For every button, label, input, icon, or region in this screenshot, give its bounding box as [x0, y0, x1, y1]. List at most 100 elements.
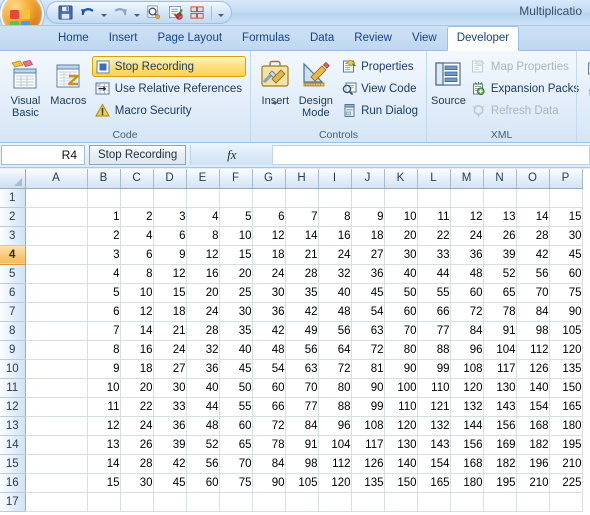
cell-K16[interactable]: 150 [384, 473, 418, 493]
column-header-e[interactable]: E [186, 169, 220, 189]
cell-M8[interactable]: 84 [450, 321, 484, 341]
cell-N4[interactable]: 39 [483, 245, 517, 265]
cell-E13[interactable]: 48 [186, 416, 220, 436]
cell-N14[interactable]: 169 [483, 435, 517, 455]
macros-button[interactable]: Macros [47, 56, 90, 107]
select-all-corner[interactable] [0, 169, 26, 189]
cell-F2[interactable]: 5 [219, 207, 253, 227]
cell-M11[interactable]: 120 [450, 378, 484, 398]
cell-K5[interactable]: 40 [384, 264, 418, 284]
cell-C14[interactable]: 26 [120, 435, 154, 455]
cell-K10[interactable]: 90 [384, 359, 418, 379]
tab-page-layout[interactable]: Page Layout [147, 26, 232, 50]
cell-C4[interactable]: 6 [120, 245, 154, 265]
cell-D12[interactable]: 33 [153, 397, 187, 417]
spreadsheet-grid[interactable]: ABCDEFGHIJKLMNOP 1 2 1 2 3 4 5 6 7 8 9 10 11 12 13 14 15… [0, 169, 590, 515]
cell-E15[interactable]: 56 [186, 454, 220, 474]
cell-B12[interactable]: 11 [87, 397, 121, 417]
expansion-packs-button[interactable]: Expansion Packs [468, 78, 583, 99]
cell-B14[interactable]: 13 [87, 435, 121, 455]
design-mode-button[interactable]: Design Mode [296, 56, 337, 119]
cell-D13[interactable]: 36 [153, 416, 187, 436]
tab-home[interactable]: Home [48, 26, 99, 50]
cell-D10[interactable]: 27 [153, 359, 187, 379]
stop-recording-button[interactable]: Stop Recording [91, 56, 246, 77]
cell-F5[interactable]: 20 [219, 264, 253, 284]
cell-N9[interactable]: 104 [483, 340, 517, 360]
cell-P14[interactable]: 195 [549, 435, 583, 455]
row-header-3[interactable]: 3 [0, 226, 26, 246]
cell-J1[interactable] [351, 188, 385, 208]
cell-C1[interactable] [120, 188, 154, 208]
row-header-12[interactable]: 12 [0, 397, 26, 417]
save-icon[interactable] [55, 3, 75, 22]
row-header-6[interactable]: 6 [0, 283, 26, 303]
cell-H14[interactable]: 91 [285, 435, 319, 455]
cell-O17[interactable] [516, 492, 550, 512]
cell-I17[interactable] [318, 492, 352, 512]
cell-D5[interactable]: 12 [153, 264, 187, 284]
insert-dropdown-icon[interactable] [272, 102, 279, 123]
xml-source-button[interactable]: Source [431, 56, 466, 107]
row-header-5[interactable]: 5 [0, 264, 26, 284]
cell-L1[interactable] [417, 188, 451, 208]
cell-P11[interactable]: 150 [549, 378, 583, 398]
cell-P7[interactable]: 90 [549, 302, 583, 322]
cell-A3[interactable] [25, 226, 88, 246]
cell-G10[interactable]: 54 [252, 359, 286, 379]
cell-E16[interactable]: 60 [186, 473, 220, 493]
cell-F4[interactable]: 15 [219, 245, 253, 265]
cell-F10[interactable]: 45 [219, 359, 253, 379]
cell-O3[interactable]: 28 [516, 226, 550, 246]
column-header-c[interactable]: C [120, 169, 154, 189]
row-header-13[interactable]: 13 [0, 416, 26, 436]
column-header-m[interactable]: M [450, 169, 484, 189]
cell-L5[interactable]: 44 [417, 264, 451, 284]
cell-G8[interactable]: 42 [252, 321, 286, 341]
cell-M5[interactable]: 48 [450, 264, 484, 284]
cell-G12[interactable]: 66 [252, 397, 286, 417]
column-header-l[interactable]: L [417, 169, 451, 189]
column-header-d[interactable]: D [153, 169, 187, 189]
cell-B5[interactable]: 4 [87, 264, 121, 284]
cell-G13[interactable]: 72 [252, 416, 286, 436]
cell-K8[interactable]: 70 [384, 321, 418, 341]
cell-I8[interactable]: 56 [318, 321, 352, 341]
row-header-11[interactable]: 11 [0, 378, 26, 398]
cell-A16[interactable] [25, 473, 88, 493]
cell-N16[interactable]: 195 [483, 473, 517, 493]
cell-O6[interactable]: 70 [516, 283, 550, 303]
cell-G16[interactable]: 90 [252, 473, 286, 493]
cell-F3[interactable]: 10 [219, 226, 253, 246]
cell-N11[interactable]: 130 [483, 378, 517, 398]
cell-P16[interactable]: 225 [549, 473, 583, 493]
cell-A10[interactable] [25, 359, 88, 379]
cell-G4[interactable]: 18 [252, 245, 286, 265]
cell-G1[interactable] [252, 188, 286, 208]
cell-G6[interactable]: 30 [252, 283, 286, 303]
cell-N12[interactable]: 143 [483, 397, 517, 417]
row-header-16[interactable]: 16 [0, 473, 26, 493]
cell-B10[interactable]: 9 [87, 359, 121, 379]
cell-E8[interactable]: 28 [186, 321, 220, 341]
row-header-15[interactable]: 15 [0, 454, 26, 474]
column-header-f[interactable]: F [219, 169, 253, 189]
cell-J13[interactable]: 108 [351, 416, 385, 436]
cell-K12[interactable]: 110 [384, 397, 418, 417]
cell-B3[interactable]: 2 [87, 226, 121, 246]
cell-F14[interactable]: 65 [219, 435, 253, 455]
cell-I12[interactable]: 88 [318, 397, 352, 417]
cell-O1[interactable] [516, 188, 550, 208]
cell-N15[interactable]: 182 [483, 454, 517, 474]
cell-E17[interactable] [186, 492, 220, 512]
cell-I10[interactable]: 72 [318, 359, 352, 379]
cell-H17[interactable] [285, 492, 319, 512]
cell-A2[interactable] [25, 207, 88, 227]
cell-G3[interactable]: 12 [252, 226, 286, 246]
cell-M16[interactable]: 180 [450, 473, 484, 493]
cell-A6[interactable] [25, 283, 88, 303]
tab-data[interactable]: Data [300, 26, 344, 50]
cell-A4[interactable] [25, 245, 88, 265]
cell-M14[interactable]: 156 [450, 435, 484, 455]
cell-F13[interactable]: 60 [219, 416, 253, 436]
